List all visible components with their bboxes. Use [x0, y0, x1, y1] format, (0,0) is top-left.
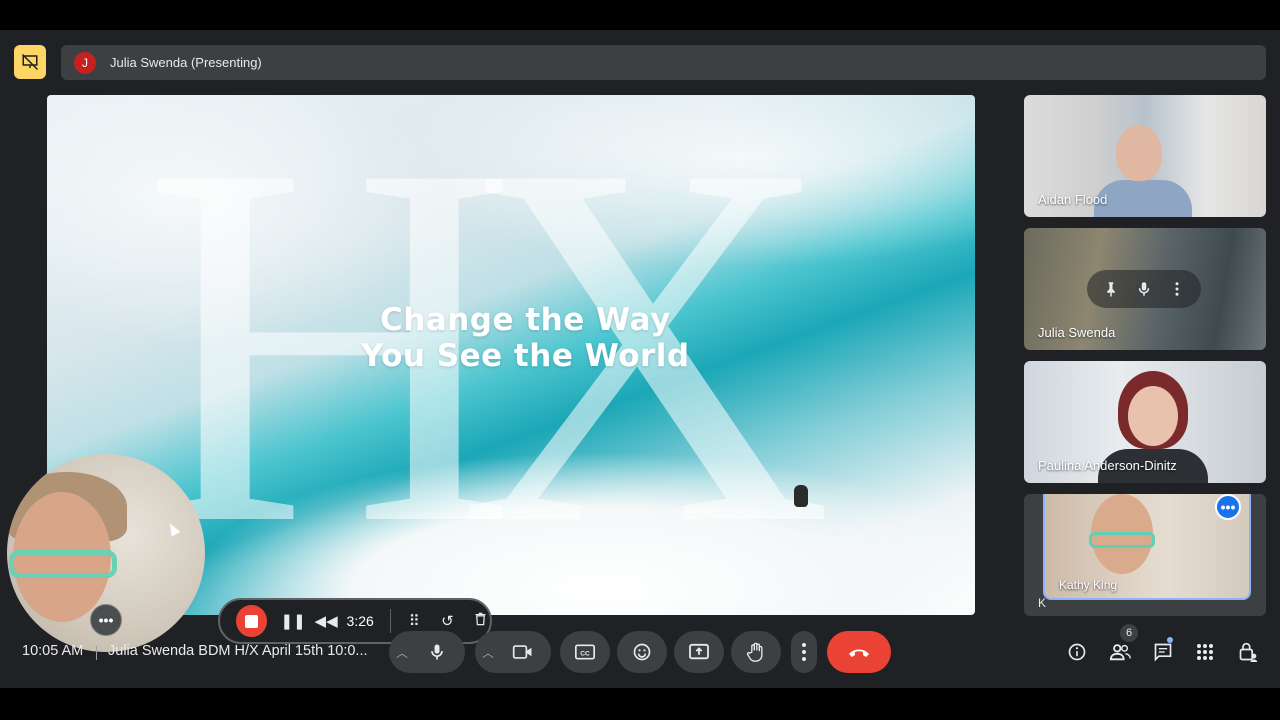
present-screen-icon [689, 643, 709, 660]
tile-controls [1087, 270, 1201, 308]
chevron-up-icon[interactable]: ︿ [475, 631, 501, 673]
emoji-icon [633, 643, 651, 661]
host-controls-button[interactable] [1236, 640, 1260, 664]
chat-button[interactable] [1151, 640, 1175, 664]
restart-icon[interactable]: ↺ [438, 612, 457, 630]
activities-button[interactable] [1193, 640, 1217, 664]
reactions-button[interactable] [617, 631, 667, 673]
video-camera-icon [512, 645, 532, 659]
unread-indicator [1167, 637, 1173, 643]
meeting-details-button[interactable] [1065, 640, 1089, 664]
mic-icon[interactable] [1135, 280, 1153, 298]
participant-name: Aidan Flood [1038, 192, 1108, 207]
chat-icon [1154, 643, 1172, 662]
participant-name-under: K [1038, 596, 1047, 610]
more-options-button[interactable] [791, 631, 817, 673]
participant-tile[interactable]: Aidan Flood [1024, 95, 1266, 217]
participant-name: Julia Swenda [1038, 325, 1116, 340]
more-vert-icon[interactable] [1168, 280, 1186, 298]
recording-timer: 3:26 [346, 613, 374, 629]
penguin-figure [794, 485, 808, 507]
apps-grid-icon [1197, 644, 1213, 660]
info-icon [1068, 643, 1086, 661]
raise-hand-button[interactable] [731, 631, 781, 673]
closed-captions-icon: CC [575, 644, 595, 660]
slide-title-line-1: Change the Way [380, 302, 671, 338]
camera-options-button[interactable]: ••• [90, 604, 122, 636]
svg-text:CC: CC [580, 650, 590, 657]
separator [96, 646, 97, 660]
participant-count-badge: 6 [1120, 624, 1138, 642]
presenter-avatar: J [74, 51, 96, 74]
people-button[interactable] [1108, 640, 1132, 664]
more-vert-icon [802, 643, 806, 661]
participant-name: Kathy King [1059, 578, 1118, 592]
clock: 10:05 AM [22, 643, 84, 659]
microphone-button[interactable] [415, 631, 459, 673]
participant-tile[interactable]: Paulina Anderson-Dinitz [1024, 361, 1266, 483]
participant-tile-self[interactable]: K ••• Kathy King [1024, 494, 1266, 616]
participant-name: Paulina Anderson-Dinitz [1038, 458, 1177, 473]
meeting-title: Julia Swenda BDM H/X April 15th 10:0... [108, 643, 368, 659]
self-video-preview[interactable]: ••• Kathy King [1043, 494, 1251, 600]
stop-presenting-button[interactable] [14, 45, 46, 79]
captions-button[interactable]: CC [560, 631, 610, 673]
pause-icon[interactable]: ❚❚ [281, 612, 306, 630]
trash-icon[interactable] [471, 611, 490, 631]
presenter-bar: J Julia Swenda (Presenting) [61, 45, 1266, 80]
grid-icon[interactable]: ⠿ [405, 612, 424, 630]
hand-icon [746, 642, 763, 662]
lock-person-icon [1239, 642, 1258, 662]
mic-icon [431, 644, 443, 660]
participant-tile[interactable]: Julia Swenda [1024, 228, 1266, 350]
chevron-up-icon[interactable]: ︿ [389, 631, 415, 673]
presentation-off-icon [21, 53, 39, 71]
camera-control-group: ︿ [475, 631, 551, 673]
more-options-icon[interactable]: ••• [1215, 494, 1241, 520]
rewind-icon[interactable]: ◀◀ [315, 612, 338, 630]
stop-recording-button[interactable] [236, 605, 267, 637]
leave-call-button[interactable] [827, 631, 891, 673]
slide-title-line-2: You See the World [361, 338, 690, 374]
presenter-label: Julia Swenda (Presenting) [110, 55, 262, 70]
present-now-button[interactable] [674, 631, 724, 673]
camera-button[interactable] [501, 631, 545, 673]
mic-control-group: ︿ [389, 631, 465, 673]
stop-icon [244, 614, 258, 628]
pin-icon[interactable] [1102, 280, 1120, 298]
people-icon [1109, 644, 1131, 661]
hang-up-icon [849, 649, 869, 657]
meeting-stage: J Julia Swenda (Presenting) HX Change th… [0, 30, 1280, 688]
